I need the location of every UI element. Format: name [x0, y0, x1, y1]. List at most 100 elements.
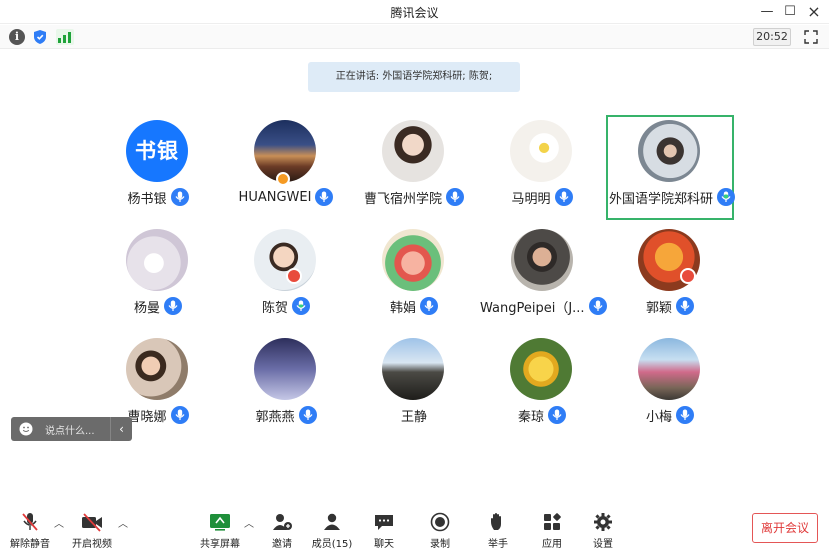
- avatar: [126, 229, 188, 291]
- participant-name: 马明明: [511, 191, 551, 207]
- raise-hand-label: 举手: [488, 539, 508, 549]
- record-button[interactable]: 录制: [418, 508, 462, 549]
- participant-name: 韩娟: [389, 300, 416, 316]
- settings-label: 设置: [593, 539, 613, 549]
- mic-icon: [588, 297, 607, 315]
- avatar: [638, 338, 700, 400]
- mic-icon: [164, 297, 182, 315]
- avatar: 书银: [126, 120, 188, 182]
- video-options-caret-icon[interactable]: ︿: [118, 520, 128, 530]
- chat-widget[interactable]: 说点什么... ‹: [11, 417, 132, 441]
- status-badge: [680, 268, 696, 284]
- speaking-names: 外国语学院郑科研; 陈贺;: [382, 71, 493, 82]
- mic-icon: [420, 297, 438, 315]
- participant-name: WangPeipei（J...: [480, 300, 585, 316]
- chat-label: 聊天: [374, 539, 394, 549]
- mic-icon: [170, 406, 189, 424]
- participant-name: 陈贺: [261, 300, 288, 316]
- smile-icon[interactable]: [19, 422, 33, 436]
- participant-tile-active[interactable]: 外国语学院郑科研: [606, 115, 735, 220]
- invite-button[interactable]: 邀请: [260, 508, 304, 549]
- speaking-banner: 正在讲话: 外国语学院郑科研; 陈贺;: [308, 62, 520, 92]
- participant-tile[interactable]: 小梅: [606, 333, 734, 438]
- participant-tile[interactable]: 马明明: [478, 115, 606, 220]
- record-icon: [430, 512, 450, 532]
- participant-tile[interactable]: 杨曼: [94, 224, 222, 329]
- speaking-mic-icon: [717, 188, 735, 206]
- mic-icon: [170, 188, 189, 206]
- meeting-timer: 20:52: [753, 28, 791, 46]
- participant-name: 王静: [400, 409, 427, 425]
- participant-name: 曹飞宿州学院: [363, 191, 442, 207]
- avatar: [126, 338, 188, 400]
- participant-tile[interactable]: 韩娟: [350, 224, 478, 329]
- unmute-label: 解除静音: [10, 539, 50, 549]
- network-signal-icon[interactable]: [56, 29, 74, 45]
- mic-icon: [554, 188, 573, 206]
- title-bar: 腾讯会议 — ☐ ×: [0, 0, 829, 24]
- add-user-icon: [273, 514, 292, 530]
- audio-options-caret-icon[interactable]: ︿: [54, 520, 64, 530]
- apps-button[interactable]: 应用: [530, 508, 574, 549]
- avatar: [638, 120, 700, 182]
- start-video-label: 开启视频: [72, 539, 112, 549]
- avatar: [511, 229, 573, 291]
- share-screen-button[interactable]: 共享屏幕: [198, 508, 242, 549]
- avatar: [382, 338, 444, 400]
- bottom-toolbar: 解除静音 ︿ 开启视频 ︿ 共享屏幕 ︿ 邀请 成员(15) 聊天 录制 举手 …: [0, 504, 829, 549]
- participant-tile[interactable]: 郭燕燕: [222, 333, 350, 438]
- participant-name: 郭燕燕: [255, 409, 295, 425]
- participant-name: 杨书银: [127, 191, 167, 207]
- participant-name: 曹晓娜: [127, 409, 167, 425]
- participant-tile[interactable]: 王静: [350, 333, 478, 438]
- fullscreen-icon[interactable]: [804, 30, 818, 44]
- maximize-button[interactable]: ☐: [778, 2, 802, 22]
- meeting-window: 腾讯会议 — ☐ × i 20:52 正在讲话: 外国语学院郑科研; 陈贺; 书…: [0, 0, 829, 549]
- avatar: [382, 120, 444, 182]
- raise-hand-button[interactable]: 举手: [476, 508, 520, 549]
- participant-name: 秦琼: [517, 409, 544, 425]
- host-badge: [276, 172, 290, 186]
- mic-icon: [446, 188, 464, 206]
- chat-input-placeholder[interactable]: 说点什么...: [45, 422, 110, 437]
- share-options-caret-icon[interactable]: ︿: [244, 520, 254, 530]
- chat-button[interactable]: 聊天: [362, 508, 406, 549]
- info-icon[interactable]: i: [9, 29, 25, 45]
- status-badge: [286, 268, 302, 284]
- members-icon: [324, 513, 340, 530]
- collapse-chevron-icon[interactable]: ‹: [110, 417, 132, 441]
- leave-meeting-button[interactable]: 离开会议: [752, 513, 818, 543]
- avatar: [382, 229, 444, 291]
- participant-name: HUANGWEI: [238, 189, 312, 205]
- members-button[interactable]: 成员(15): [310, 508, 354, 549]
- settings-button[interactable]: 设置: [581, 508, 625, 549]
- avatar: [254, 338, 316, 400]
- mic-icon: [676, 297, 694, 315]
- share-screen-label: 共享屏幕: [200, 539, 240, 549]
- status-bar: i 20:52: [0, 25, 829, 49]
- unmute-button[interactable]: 解除静音: [8, 508, 52, 549]
- participant-tile[interactable]: 陈贺: [222, 224, 350, 329]
- mic-icon: [676, 406, 694, 424]
- participant-tile[interactable]: 曹飞宿州学院: [350, 115, 478, 220]
- participant-name: 小梅: [645, 409, 672, 425]
- mic-icon: [298, 406, 317, 424]
- mic-icon: [548, 406, 566, 424]
- start-video-button[interactable]: 开启视频: [70, 508, 114, 549]
- participant-tile[interactable]: 郭颖: [606, 224, 734, 329]
- shield-icon[interactable]: [32, 29, 48, 45]
- minimize-button[interactable]: —: [755, 2, 779, 22]
- participant-tile[interactable]: HUANGWEI: [222, 115, 350, 220]
- speaking-mic-icon: [292, 297, 310, 315]
- avatar: [510, 338, 572, 400]
- raise-hand-icon: [491, 513, 501, 530]
- participant-tile[interactable]: 书银 杨书银: [94, 115, 222, 220]
- gear-icon: [594, 513, 612, 531]
- participant-name: 杨曼: [133, 300, 160, 316]
- participant-name: 外国语学院郑科研: [608, 191, 713, 207]
- share-screen-icon: [210, 514, 230, 531]
- participant-tile[interactable]: 秦琼: [478, 333, 606, 438]
- avatar: [254, 229, 316, 291]
- speaking-prefix: 正在讲话:: [335, 71, 380, 82]
- close-button[interactable]: ×: [802, 2, 826, 22]
